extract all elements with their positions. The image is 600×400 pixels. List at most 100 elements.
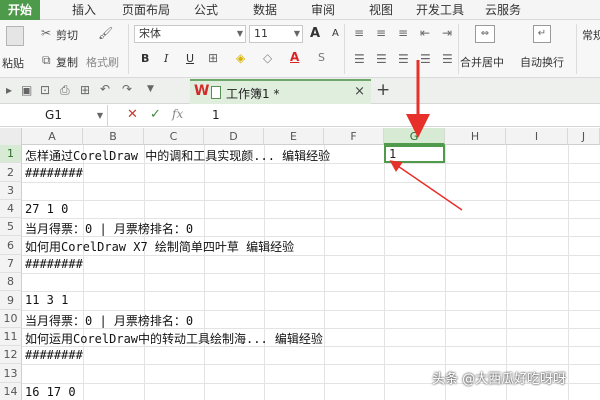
close-tab-button[interactable]: × <box>354 84 365 99</box>
tab-review[interactable]: 审阅 <box>305 0 341 20</box>
shrink-font-button[interactable]: A <box>332 28 339 39</box>
customize-dropdown-icon[interactable]: ▼ <box>147 84 154 94</box>
row-header-12[interactable]: 12 <box>0 346 22 364</box>
confirm-formula-button[interactable]: ✓ <box>150 107 161 122</box>
cell-a6[interactable]: 如何用CorelDraw X7 绘制简单四叶草 编辑经验 <box>25 238 294 255</box>
wps-logo-icon: W <box>194 83 210 99</box>
cell-a2[interactable]: ######## <box>25 166 83 180</box>
align-middle-icon[interactable]: ≡ <box>376 26 386 40</box>
format-painter-button[interactable]: 格式刷 <box>86 54 119 70</box>
tab-insert[interactable]: 插入 <box>64 0 104 20</box>
cell-a9[interactable]: 11 3 1 <box>25 293 68 307</box>
column-header-e[interactable]: E <box>264 128 324 145</box>
align-top-icon[interactable]: ≡ <box>354 26 364 40</box>
insert-function-button[interactable]: fx <box>172 107 183 121</box>
spreadsheet-grid[interactable]: A B C D E F G H I J 1 2 3 4 5 6 7 8 9 10… <box>0 128 600 400</box>
row-header-4[interactable]: 4 <box>0 200 22 218</box>
strikethrough-icon[interactable]: S <box>318 51 325 64</box>
row-header-10[interactable]: 10 <box>0 310 22 328</box>
row-header-8[interactable]: 8 <box>0 273 22 291</box>
row-header-1[interactable]: 1 <box>0 145 22 163</box>
cell-a4[interactable]: 27 1 0 <box>25 202 68 216</box>
clear-format-icon[interactable]: ◇ <box>263 51 272 65</box>
align-right-icon[interactable]: ☰ <box>398 52 409 66</box>
active-cell-g1[interactable]: 1 <box>384 145 445 163</box>
print-icon[interactable]: ⎙ <box>60 83 70 98</box>
undo-icon[interactable]: ↶ <box>100 82 110 96</box>
document-tab[interactable]: W 工作簿1 * × <box>190 79 371 104</box>
copy-button[interactable]: 复制 <box>56 54 78 70</box>
copy-icon[interactable]: ⧉ <box>42 53 51 68</box>
row-header-11[interactable]: 11 <box>0 328 22 346</box>
redo-icon[interactable]: ↷ <box>122 82 132 96</box>
row-header-5[interactable]: 5 <box>0 218 22 236</box>
cell-a14[interactable]: 16 17 0 <box>25 385 76 399</box>
row-header-9[interactable]: 9 <box>0 291 22 310</box>
export-pdf-icon[interactable]: ⊡ <box>40 83 50 97</box>
column-header-i[interactable]: I <box>506 128 568 145</box>
wrap-text-button[interactable]: 自动换行 <box>520 54 564 70</box>
merge-center-button[interactable]: 合并居中 <box>460 54 504 70</box>
cell-a12[interactable]: ######## <box>25 348 83 362</box>
tab-home[interactable]: 开始 <box>0 0 40 20</box>
tab-formulas[interactable]: 公式 <box>188 0 224 20</box>
menu-arrow-icon[interactable]: ▸ <box>6 83 12 97</box>
tab-data[interactable]: 数据 <box>247 0 283 20</box>
save-icon[interactable]: ▣ <box>21 83 32 97</box>
number-format-select[interactable]: 常规 <box>582 27 600 43</box>
row-header-6[interactable]: 6 <box>0 236 22 255</box>
column-header-d[interactable]: D <box>204 128 264 145</box>
formula-input[interactable]: 1 <box>212 108 220 122</box>
column-header-b[interactable]: B <box>83 128 144 145</box>
paste-icon[interactable] <box>6 26 24 46</box>
brush-icon[interactable]: 🖌 <box>98 26 113 40</box>
column-header-f[interactable]: F <box>324 128 384 145</box>
print-preview-icon[interactable]: ⊞ <box>80 83 90 97</box>
align-center-icon[interactable]: ☰ <box>376 52 387 66</box>
indent-decrease-icon[interactable]: ⇤ <box>420 26 430 40</box>
ribbon-divider <box>458 24 459 74</box>
wrap-text-icon[interactable]: ↵ <box>533 25 551 43</box>
tab-developer[interactable]: 开发工具 <box>412 0 468 20</box>
font-color-icon[interactable]: A <box>290 50 299 64</box>
underline-button[interactable]: U <box>186 52 194 65</box>
cell-a1[interactable]: 怎样通过CorelDraw 中的调和工具实现颜... 编辑经验 <box>25 147 330 164</box>
paste-button[interactable]: 粘贴 <box>2 55 24 71</box>
italic-button[interactable]: I <box>164 52 168 65</box>
merge-center-icon[interactable]: ⇔ <box>475 25 495 43</box>
indent-increase-icon[interactable]: ⇥ <box>442 26 452 40</box>
border-icon[interactable]: ⊞ <box>208 51 218 65</box>
row-header-3[interactable]: 3 <box>0 182 22 200</box>
align-bottom-icon[interactable]: ≡ <box>398 26 408 40</box>
align-left-icon[interactable]: ☰ <box>354 52 365 66</box>
distribute-icon[interactable]: ☰ <box>442 52 453 66</box>
column-header-a[interactable]: A <box>22 128 83 145</box>
column-header-c[interactable]: C <box>144 128 204 145</box>
tab-view[interactable]: 视图 <box>363 0 399 20</box>
scissors-icon[interactable]: ✂ <box>41 26 51 40</box>
justify-icon[interactable]: ☰ <box>420 52 431 66</box>
cell-a11[interactable]: 如何运用CorelDraw中的转动工具绘制海... 编辑经验 <box>25 330 323 347</box>
column-header-g[interactable]: G <box>384 128 445 145</box>
column-header-h[interactable]: H <box>445 128 506 145</box>
grow-font-button[interactable]: A <box>310 26 320 41</box>
font-size-select[interactable]: 11 ▼ <box>249 25 303 43</box>
row-header-2[interactable]: 2 <box>0 163 22 182</box>
tab-page-layout[interactable]: 页面布局 <box>118 0 174 20</box>
cell-a7[interactable]: ######## <box>25 257 83 271</box>
cancel-formula-button[interactable]: ✕ <box>127 107 138 122</box>
row-header-7[interactable]: 7 <box>0 255 22 273</box>
font-name-select[interactable]: 宋体 ▼ <box>134 25 246 43</box>
cell-a10[interactable]: 当月得票：0 | 月票榜排名：0 <box>25 312 193 329</box>
column-header-j[interactable]: J <box>568 128 600 145</box>
row-header-13[interactable]: 13 <box>0 364 22 383</box>
tab-cloud[interactable]: 云服务 <box>481 0 525 20</box>
row-header-14[interactable]: 14 <box>0 383 22 400</box>
fill-color-icon[interactable]: ◈ <box>236 51 245 65</box>
bold-button[interactable]: B <box>141 52 149 65</box>
cell-a5[interactable]: 当月得票：0 | 月票榜排名：0 <box>25 220 193 237</box>
cut-button[interactable]: 剪切 <box>56 27 78 43</box>
select-all-corner[interactable] <box>0 128 22 145</box>
name-box[interactable]: G1 ▼ <box>0 105 108 126</box>
new-tab-button[interactable]: + <box>376 80 390 100</box>
